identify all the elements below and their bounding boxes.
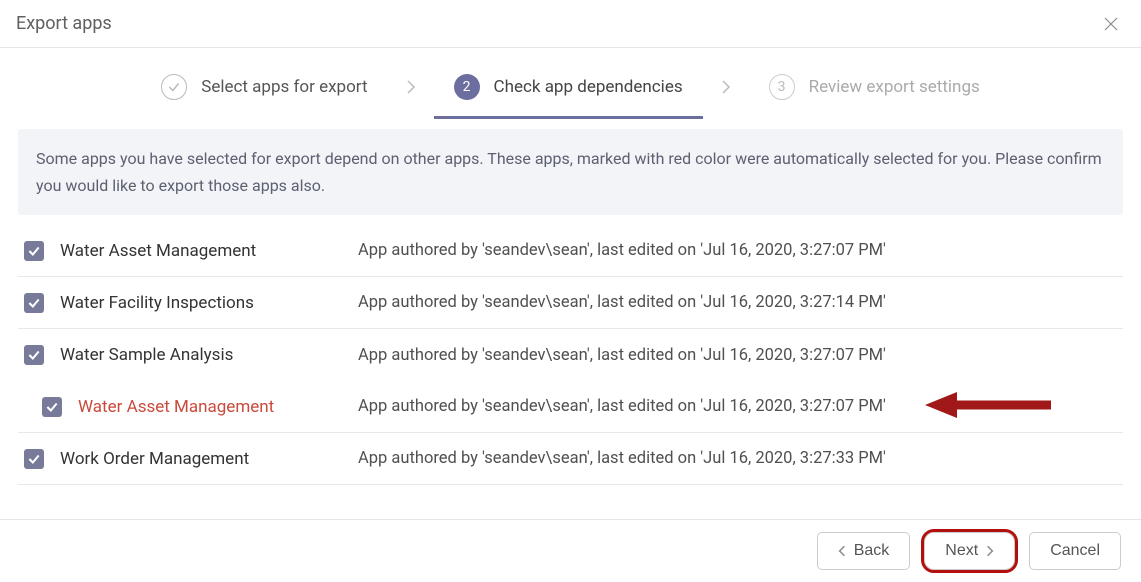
step-label: Select apps for export xyxy=(201,77,367,97)
step-select-apps[interactable]: Select apps for export xyxy=(141,66,387,119)
app-name: Water Facility Inspections xyxy=(60,293,358,313)
info-message: Some apps you have selected for export d… xyxy=(18,129,1123,215)
close-button[interactable] xyxy=(1099,12,1123,36)
dialog-footer: Back Next Cancel xyxy=(0,519,1141,582)
dialog-header: Export apps xyxy=(0,0,1141,48)
app-name: Water Sample Analysis xyxy=(60,345,358,365)
app-dependency-list: Water Asset Management App authored by '… xyxy=(18,225,1123,485)
next-button[interactable]: Next xyxy=(924,532,1015,570)
app-row: Water Sample Analysis App authored by 's… xyxy=(18,329,1123,381)
app-detail: App authored by 'seandev\sean', last edi… xyxy=(358,397,886,416)
app-dependency-name: Water Asset Management xyxy=(78,397,358,417)
stepper: Select apps for export 2 Check app depen… xyxy=(0,48,1141,119)
dialog-title: Export apps xyxy=(16,13,112,34)
chevron-right-icon xyxy=(406,79,416,95)
app-checkbox[interactable] xyxy=(42,397,62,417)
annotation-arrow xyxy=(923,388,1053,426)
step-separator xyxy=(388,66,434,119)
app-checkbox[interactable] xyxy=(24,345,44,365)
app-detail: App authored by 'seandev\sean', last edi… xyxy=(358,346,886,365)
arrow-left-icon xyxy=(923,388,1053,422)
app-checkbox[interactable] xyxy=(24,293,44,313)
step-separator xyxy=(703,66,749,119)
app-detail: App authored by 'seandev\sean', last edi… xyxy=(358,293,886,312)
button-label: Cancel xyxy=(1050,542,1100,560)
chevron-right-icon xyxy=(986,544,994,558)
content-area: Some apps you have selected for export d… xyxy=(0,119,1141,485)
app-name: Water Asset Management xyxy=(60,241,358,261)
checkmark-icon xyxy=(27,244,41,258)
app-checkbox[interactable] xyxy=(24,241,44,261)
button-label: Back xyxy=(854,542,890,560)
app-dependency-row: Water Asset Management App authored by '… xyxy=(18,381,1123,433)
checkmark-icon xyxy=(167,80,181,94)
chevron-right-icon xyxy=(721,79,731,95)
cancel-button[interactable]: Cancel xyxy=(1029,532,1121,570)
app-row: Water Asset Management App authored by '… xyxy=(18,225,1123,277)
app-detail: App authored by 'seandev\sean', last edi… xyxy=(358,449,886,468)
checkmark-icon xyxy=(27,348,41,362)
chevron-left-icon xyxy=(838,544,846,558)
step-review-settings[interactable]: 3 Review export settings xyxy=(749,66,1000,119)
button-label: Next xyxy=(945,542,978,560)
app-row: Work Order Management App authored by 's… xyxy=(18,433,1123,485)
step-label: Review export settings xyxy=(809,77,980,97)
step-number: 2 xyxy=(454,74,480,100)
step-check-dependencies[interactable]: 2 Check app dependencies xyxy=(434,66,703,119)
close-icon xyxy=(1102,15,1120,33)
back-button[interactable]: Back xyxy=(817,532,911,570)
step-done-icon xyxy=(161,74,187,100)
checkmark-icon xyxy=(27,296,41,310)
app-detail: App authored by 'seandev\sean', last edi… xyxy=(358,241,886,260)
checkmark-icon xyxy=(45,400,59,414)
step-number: 3 xyxy=(769,74,795,100)
app-checkbox[interactable] xyxy=(24,449,44,469)
app-row: Water Facility Inspections App authored … xyxy=(18,277,1123,329)
checkmark-icon xyxy=(27,452,41,466)
step-label: Check app dependencies xyxy=(494,77,683,97)
app-name: Work Order Management xyxy=(60,449,358,469)
